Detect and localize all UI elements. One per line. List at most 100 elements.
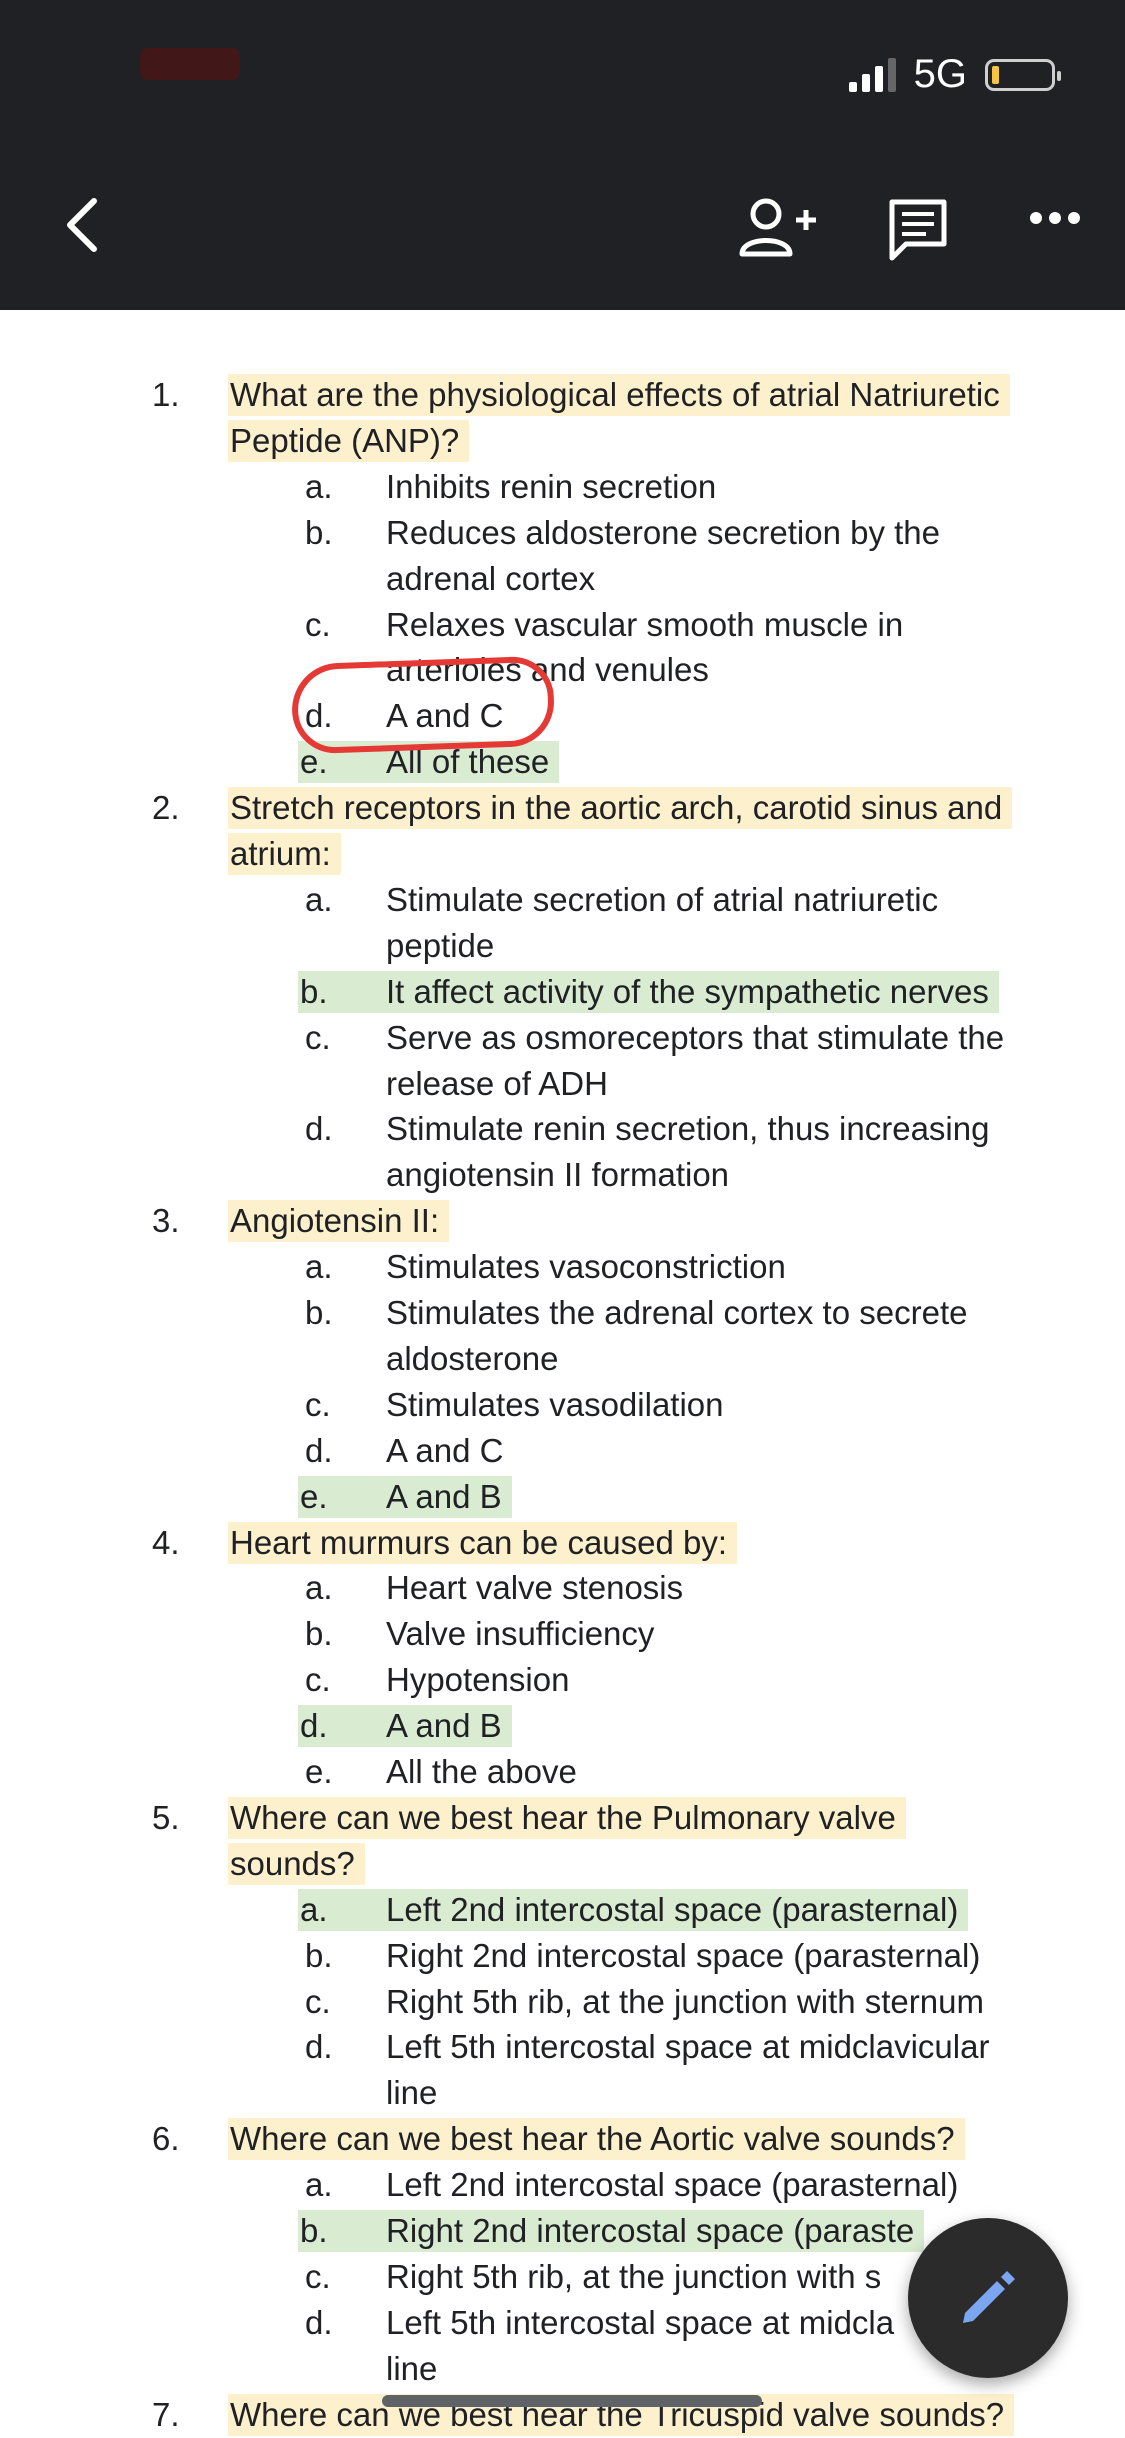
option-line: c. Relaxes vascular smooth muscle in — [0, 602, 1125, 648]
question-number: 3. — [152, 1202, 180, 1239]
option-letter: e. — [305, 1753, 333, 1790]
pencil-icon — [963, 2271, 1015, 2323]
option-text: Right 5th rib, at the junction with s — [386, 2258, 882, 2295]
option-line: b. Reduces aldosterone secretion by the — [0, 510, 1125, 556]
option-line: d. Left 5th intercostal space at midclavi… — [0, 2024, 1125, 2070]
back-icon[interactable] — [62, 195, 102, 255]
question-number: 6. — [152, 2120, 180, 2157]
option-text: Right 2nd intercostal space (parasternal… — [386, 1937, 981, 1974]
option-text: Heart valve stenosis — [386, 1569, 684, 1606]
option-letter: b. — [300, 2212, 328, 2249]
option-text: angiotensin II formation — [386, 1156, 730, 1193]
option-line: b. Valve insufficiency — [0, 1611, 1125, 1657]
question-text: Where can we best hear the Aortic valve … — [230, 2120, 955, 2157]
question-number: 7. — [152, 2396, 180, 2433]
option-text: Right 2nd intercostal space (paraste — [386, 2212, 915, 2249]
option-letter: d. — [305, 2304, 333, 2341]
question-line: 6. Where can we best hear the Aortic valv… — [0, 2116, 1125, 2162]
option-letter: a. — [300, 1891, 328, 1928]
option-letter: d. — [300, 1707, 328, 1744]
question-number: 1. — [152, 376, 180, 413]
option-text: Left 5th intercostal space at midcla — [386, 2304, 895, 2341]
option-text: Reduces aldosterone secretion by the — [386, 514, 941, 551]
option-text: adrenal cortex — [386, 560, 596, 597]
question-text: Where can we best hear the Pulmonary val… — [230, 1799, 896, 1836]
option-text: peptide — [386, 927, 495, 964]
option-line: c. Right 5th rib, at the junction with st… — [0, 1979, 1125, 2025]
question-line: 2. Stretch receptors in the aortic arch, … — [0, 785, 1125, 831]
option-line: a. Heart valve stenosis — [0, 1565, 1125, 1611]
option-line: peptide — [0, 923, 1125, 969]
edit-fab-button[interactable] — [908, 2218, 1068, 2378]
option-line: release of ADH — [0, 1061, 1125, 1107]
option-text: Left 2nd intercostal space (parasternal) — [386, 1891, 959, 1928]
option-line: line — [0, 2070, 1125, 2116]
option-line: b. It affect activity of the sympathetic … — [0, 969, 1125, 1015]
option-text: A and C — [386, 1432, 504, 1469]
option-letter: c. — [305, 1661, 331, 1698]
comment-icon[interactable] — [886, 198, 950, 262]
option-line: e. All the above — [0, 1749, 1125, 1795]
option-line: d. Stimulate renin secretion, thus increa… — [0, 1106, 1125, 1152]
question-text: Angiotensin II: — [230, 1202, 440, 1239]
option-line: c. Hypotension — [0, 1657, 1125, 1703]
option-line: e. A and B — [0, 1474, 1125, 1520]
option-line: b. Stimulates the adrenal cortex to secre… — [0, 1290, 1125, 1336]
more-horiz-icon[interactable] — [1030, 210, 1080, 226]
option-line: c. Stimulates vasodilation — [0, 1382, 1125, 1428]
option-text: A and B — [386, 1478, 502, 1515]
option-line: c. Serve as osmoreceptors that stimulate … — [0, 1015, 1125, 1061]
option-line: a. Stimulate secretion of atrial natriure… — [0, 877, 1125, 923]
option-text: All the above — [386, 1753, 577, 1790]
option-text: Stimulates vasodilation — [386, 1386, 724, 1423]
question-text: sounds? — [230, 1845, 355, 1882]
option-letter: c. — [305, 606, 331, 643]
option-text: release of ADH — [386, 1065, 608, 1102]
option-text: Left 5th intercostal space at midclavicu… — [386, 2028, 990, 2065]
option-text: Left 2nd intercostal space (parasternal) — [386, 2166, 959, 2203]
option-letter: c. — [305, 2258, 331, 2295]
option-letter: a. — [305, 881, 333, 918]
option-text: Hypotension — [386, 1661, 570, 1698]
option-text: It affect activity of the sympathetic ne… — [386, 973, 989, 1010]
option-line: angiotensin II formation — [0, 1152, 1125, 1198]
option-line: aldosterone — [0, 1336, 1125, 1382]
option-letter: c. — [305, 1983, 331, 2020]
option-text: Stimulate secretion of atrial natriureti… — [386, 881, 939, 918]
option-letter: a. — [305, 2166, 333, 2203]
option-letter: a. — [305, 1569, 333, 1606]
top-app-bar: 5G — [0, 0, 1125, 310]
option-letter: d. — [305, 2028, 333, 2065]
option-text: Stimulates the adrenal cortex to secrete — [386, 1294, 968, 1331]
option-letter: d. — [305, 1432, 333, 1469]
question-line: 5. Where can we best hear the Pulmonary v… — [0, 1795, 1125, 1841]
option-text: A and B — [386, 1707, 502, 1744]
option-letter: b. — [300, 973, 328, 1010]
option-letter: c. — [305, 1386, 331, 1423]
signal-icon — [848, 57, 896, 92]
question-text: atrium: — [230, 835, 331, 872]
option-text: Valve insufficiency — [386, 1615, 655, 1652]
option-text: Right 5th rib, at the junction with ster… — [386, 1983, 984, 2020]
option-letter: b. — [305, 1937, 333, 1974]
question-line: atrium: — [0, 831, 1125, 877]
status-pill — [140, 48, 240, 80]
option-line: d. A and C — [0, 693, 1125, 739]
question-number: 2. — [152, 789, 180, 826]
document-body: 1. What are the physiological effects of … — [0, 310, 1125, 2436]
option-line: a. Left 2nd intercostal space (parasterna… — [0, 1887, 1125, 1933]
option-text: line — [386, 2350, 438, 2387]
option-line: d. A and B — [0, 1703, 1125, 1749]
question-number: 4. — [152, 1524, 180, 1561]
question-line: Peptide (ANP)? — [0, 418, 1125, 464]
option-line: d. A and C — [0, 1428, 1125, 1474]
red-circle-annotation — [290, 655, 556, 755]
person-add-icon[interactable] — [738, 196, 818, 260]
option-text: Relaxes vascular smooth muscle in — [386, 606, 904, 643]
option-text: Stimulates vasoconstriction — [386, 1248, 786, 1285]
battery-icon — [985, 58, 1061, 91]
option-letter: b. — [305, 1294, 333, 1331]
option-letter: a. — [305, 468, 333, 505]
option-line: b. Right 2nd intercostal space (parastern… — [0, 1933, 1125, 1979]
option-letter: b. — [305, 1615, 333, 1652]
